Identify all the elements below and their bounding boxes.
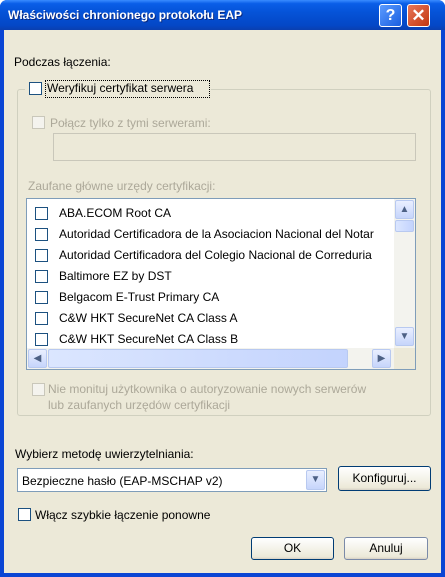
ca-label: ABA.ECOM Root CA xyxy=(59,206,172,220)
scroll-right-icon[interactable]: ▶ xyxy=(372,349,391,368)
ca-checkbox[interactable] xyxy=(35,249,48,262)
ca-label: Belgacom E-Trust Primary CA xyxy=(59,290,220,304)
trusted-ca-label: Zaufane główne urzędy certyfikacji: xyxy=(28,179,216,193)
vertical-scrollbar[interactable]: ▲ ▼ xyxy=(394,199,415,348)
auth-method-select[interactable]: Bezpieczne hasło (EAP-MSCHAP v2) ▼ xyxy=(17,468,327,492)
close-button[interactable]: ✕ xyxy=(407,4,430,27)
ca-label: Autoridad Certificadora de la Asociacion… xyxy=(59,227,374,241)
scroll-left-icon[interactable]: ◀ xyxy=(28,349,47,368)
ca-checkbox[interactable] xyxy=(35,228,48,241)
cancel-button[interactable]: Anuluj xyxy=(344,537,428,560)
horizontal-scrollbar[interactable]: ◀ ▶ xyxy=(27,348,394,369)
list-item[interactable]: Autoridad Certificadora de la Asociacion… xyxy=(27,224,393,245)
auth-method-value: Bezpieczne hasło (EAP-MSCHAP v2) xyxy=(22,474,223,488)
list-item[interactable]: Baltimore EZ by DST xyxy=(27,266,393,287)
window-title: Właściwości chronionego protokołu EAP xyxy=(8,8,243,22)
auth-method-label: Wybierz metodę uwierzytelniania: xyxy=(15,447,194,461)
fast-reconnect-label: Włącz szybkie łączenie ponowne xyxy=(35,508,211,522)
eap-properties-dialog: Właściwości chronionego protokołu EAP ? … xyxy=(0,0,445,577)
no-prompt-label-line1: Nie monituj użytkownika o autoryzowanie … xyxy=(48,382,367,396)
ca-checkbox[interactable] xyxy=(35,291,48,304)
ca-label: Autoridad Certificadora del Colegio Naci… xyxy=(59,248,372,262)
help-button[interactable]: ? xyxy=(379,4,402,27)
list-item[interactable]: C&W HKT SecureNet CA Class A xyxy=(27,308,393,329)
verify-cert-checkbox[interactable] xyxy=(29,82,42,95)
ca-label: Baltimore EZ by DST xyxy=(59,269,172,283)
scroll-corner xyxy=(394,348,415,369)
connection-heading: Podczas łączenia: xyxy=(14,55,111,69)
verify-cert-row[interactable]: Weryfikuj certyfikat serwera xyxy=(25,80,211,98)
list-item[interactable]: Autoridad Certificadora del Colegio Naci… xyxy=(27,245,393,266)
scroll-down-icon[interactable]: ▼ xyxy=(395,327,414,346)
fast-reconnect-checkbox[interactable] xyxy=(18,508,31,521)
chevron-down-icon[interactable]: ▼ xyxy=(306,470,325,490)
horizontal-scroll-thumb[interactable] xyxy=(48,349,348,368)
ca-checkbox[interactable] xyxy=(35,312,48,325)
ca-checkbox[interactable] xyxy=(35,333,48,346)
dialog-body: Podczas łączenia: Weryfikuj certyfikat s… xyxy=(4,30,441,573)
list-item[interactable]: C&W HKT SecureNet CA Class B xyxy=(27,329,393,350)
list-item[interactable]: ABA.ECOM Root CA xyxy=(27,203,393,224)
configure-button[interactable]: Konfiguruj... xyxy=(338,466,431,491)
servers-input[interactable] xyxy=(53,133,416,161)
vertical-scroll-thumb[interactable] xyxy=(395,220,414,232)
connect-servers-checkbox[interactable] xyxy=(32,116,45,129)
title-bar: Właściwości chronionego protokołu EAP ? … xyxy=(0,0,445,30)
trusted-ca-list[interactable]: ABA.ECOM Root CA Autoridad Certificadora… xyxy=(26,198,416,370)
ca-label: C&W HKT SecureNet CA Class A xyxy=(59,311,238,325)
ok-button[interactable]: OK xyxy=(251,537,334,560)
ca-checkbox[interactable] xyxy=(35,270,48,283)
verify-cert-label: Weryfikuj certyfikat serwera xyxy=(47,81,194,95)
list-item[interactable]: Belgacom E-Trust Primary CA xyxy=(27,287,393,308)
ca-label: C&W HKT SecureNet CA Class B xyxy=(59,332,239,346)
connect-servers-label: Połącz tylko z tymi serwerami: xyxy=(50,116,211,130)
scroll-up-icon[interactable]: ▲ xyxy=(395,200,414,219)
no-prompt-checkbox[interactable] xyxy=(32,383,45,396)
ca-checkbox[interactable] xyxy=(35,207,48,220)
no-prompt-label-line2: lub zaufanych urzędów certyfikacji xyxy=(48,398,231,412)
